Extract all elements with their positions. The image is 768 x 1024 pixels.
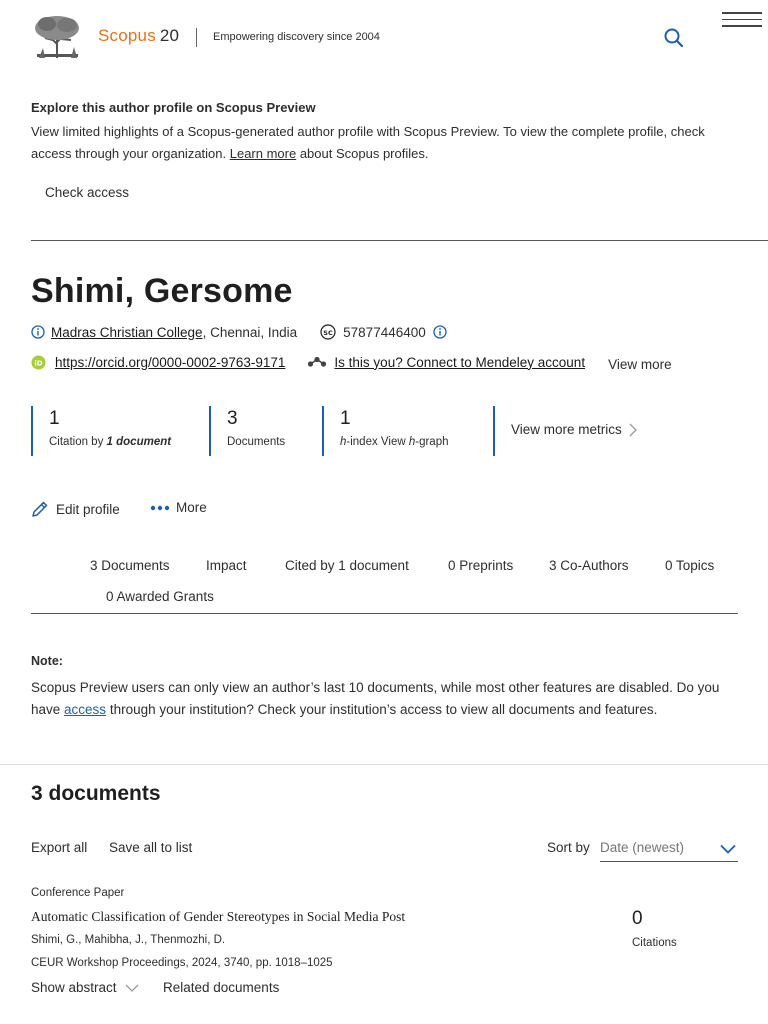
info-icon (31, 325, 45, 339)
metric-divider (493, 406, 495, 456)
tab-documents[interactable]: 3 Documents (90, 558, 170, 573)
more-dots-icon (150, 505, 170, 510)
metric-citations-value: 1 (49, 408, 60, 429)
metric-documents-label: Documents (227, 436, 286, 448)
affiliation-location: , Chennai, India (202, 324, 298, 340)
mendeley-connect-link[interactable]: Is this you? Connect to Mendeley account (334, 355, 585, 370)
author-links-row: iD https://orcid.org/0000-0002-9763-9171… (31, 352, 672, 372)
documents-heading: 3 documents (31, 782, 161, 805)
preview-banner-text: View limited highlights of a Scopus-gene… (31, 124, 705, 161)
scopus-brand[interactable]: Scopus 20 (98, 26, 179, 46)
tab-cited-by[interactable]: Cited by 1 document (285, 558, 409, 573)
site-header: Scopus 20 Empowering discovery since 2004 (0, 0, 768, 72)
document-type: Conference Paper (31, 887, 125, 899)
author-id-info-icon[interactable] (433, 325, 447, 339)
sort-select[interactable]: Date (newest) (600, 838, 738, 862)
export-all-button[interactable]: Export all (31, 840, 87, 855)
tab-awarded-grants[interactable]: 0 Awarded Grants (106, 589, 214, 604)
brand-name: Scopus (98, 26, 156, 45)
related-documents-button[interactable]: Related documents (163, 980, 279, 995)
orcid-link[interactable]: https://orcid.org/0000-0002-9763-9171 (55, 355, 285, 370)
document-source: CEUR Workshop Proceedings, 2024, 3740, p… (31, 957, 333, 969)
sort-selected-value: Date (newest) (600, 840, 685, 855)
metric-documents-value: 3 (227, 408, 238, 429)
chevron-down-icon (125, 984, 139, 992)
tab-preprints[interactable]: 0 Preprints (448, 558, 513, 573)
search-button[interactable] (662, 26, 686, 50)
document-citations-label: Citations (632, 937, 677, 949)
chevron-down-icon (720, 844, 736, 854)
save-all-to-list-button[interactable]: Save all to list (109, 840, 192, 855)
scopus-id-icon: SC (320, 324, 336, 340)
author-affiliation-row: Madras Christian College , Chennai, Indi… (31, 322, 447, 342)
metric-citations[interactable]: 1 Citation by 1 document (31, 406, 171, 456)
section-divider (0, 764, 768, 765)
note-title: Note: (31, 654, 63, 668)
author-name: Shimi, Gersome (31, 272, 293, 310)
sort-label: Sort by (547, 840, 590, 855)
view-more-metrics-button[interactable]: View more metrics (511, 422, 637, 437)
svg-text:iD: iD (34, 359, 42, 367)
preview-banner-title: Explore this author profile on Scopus Pr… (31, 100, 316, 115)
header-tagline: Empowering discovery since 2004 (213, 31, 380, 43)
metric-h-index[interactable]: 1 h-index View h-graph (322, 406, 449, 456)
orcid-icon: iD (31, 355, 46, 369)
chevron-right-icon (629, 423, 637, 436)
scopus-author-id: 57877446400 (343, 324, 426, 340)
tab-co-authors[interactable]: 3 Co-Authors (549, 558, 629, 573)
view-more-metrics-label: View more metrics (511, 422, 622, 437)
learn-more-link[interactable]: Learn more (230, 146, 296, 161)
pencil-icon (32, 501, 48, 517)
hamburger-menu-icon (722, 12, 762, 14)
metric-documents[interactable]: 3 Documents (209, 406, 285, 456)
header-divider (196, 28, 197, 47)
elsevier-tree-logo[interactable] (31, 14, 84, 59)
metric-h-index-label: h-index View h-graph (340, 436, 449, 448)
document-citation-count: 0 (632, 908, 643, 929)
svg-text:SC: SC (323, 329, 333, 337)
note-text: Scopus Preview users can only view an au… (31, 680, 720, 717)
affiliation-link[interactable]: Madras Christian College (51, 325, 203, 340)
metric-citations-label: Citation by 1 document (49, 436, 172, 448)
divider (31, 240, 768, 241)
tab-topics[interactable]: 0 Topics (665, 558, 714, 573)
edit-profile-button[interactable]: Edit profile (31, 500, 120, 518)
more-label: More (176, 500, 207, 515)
mendeley-icon (308, 356, 327, 367)
search-icon (664, 28, 684, 48)
brand-version: 20 (159, 26, 180, 45)
more-button[interactable]: More (150, 500, 207, 515)
check-access-button[interactable]: Check access (45, 185, 129, 200)
tabs-divider (31, 613, 738, 614)
access-link[interactable]: access (64, 702, 106, 717)
tab-impact[interactable]: Impact (206, 558, 247, 573)
show-abstract-label: Show abstract (31, 980, 117, 995)
document-title-link[interactable]: Automatic Classification of Gender Stere… (31, 909, 405, 925)
edit-profile-label: Edit profile (56, 501, 120, 517)
metric-h-index-value: 1 (340, 408, 351, 429)
document-authors: Shimi, G., Mahibha, J., Thenmozhi, D. (31, 934, 226, 946)
hamburger-menu-button[interactable] (722, 12, 764, 34)
view-more-button[interactable]: View more (608, 357, 672, 372)
show-abstract-button[interactable]: Show abstract (31, 980, 139, 995)
